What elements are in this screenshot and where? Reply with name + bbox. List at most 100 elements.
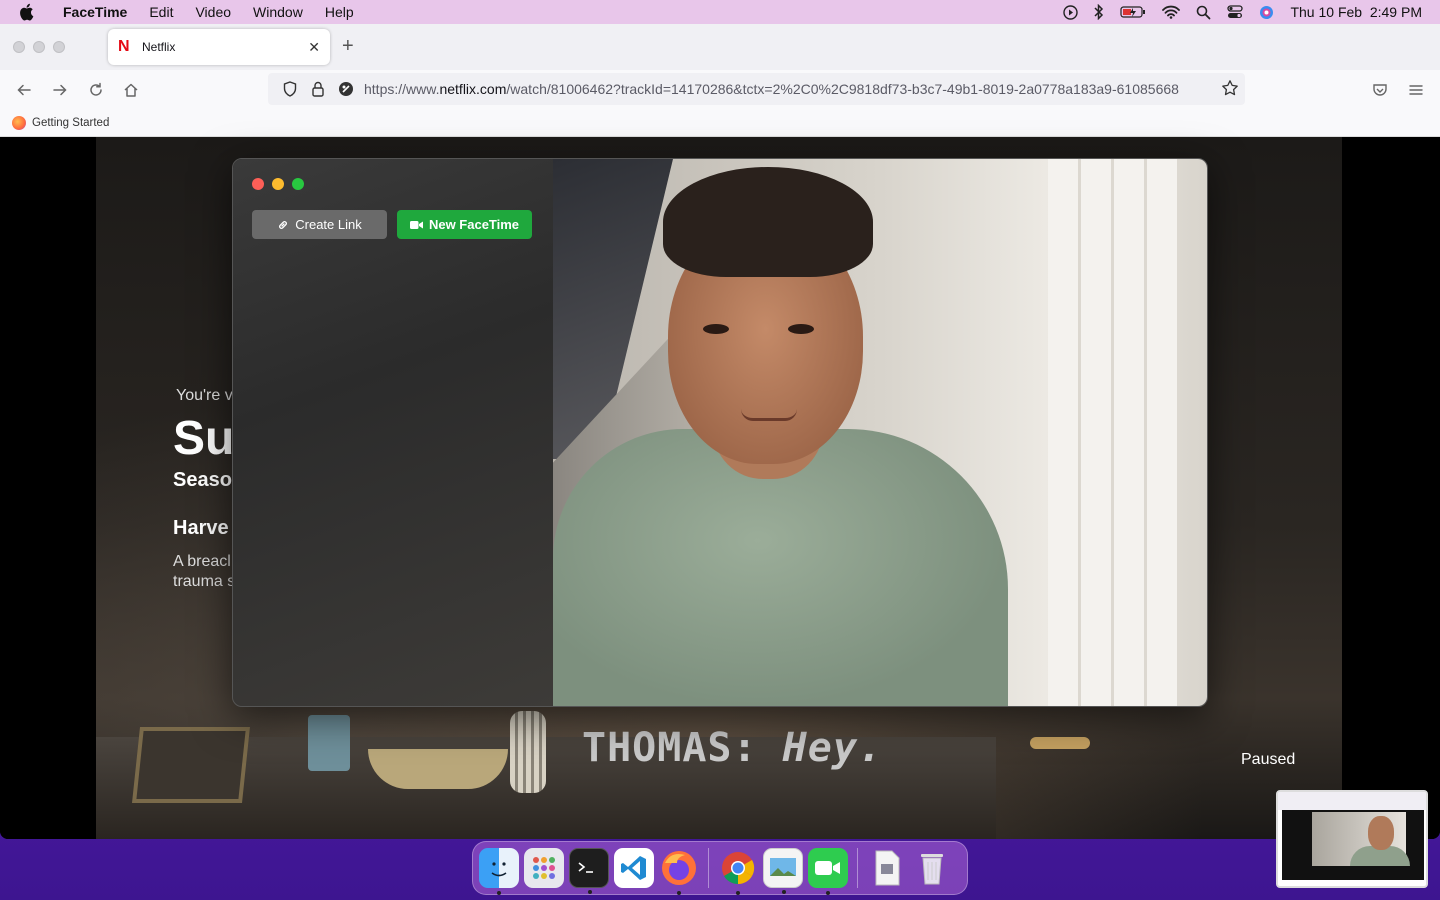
menu-edit[interactable]: Edit xyxy=(138,4,184,20)
camera-background-wall xyxy=(1048,159,1178,706)
lock-icon[interactable] xyxy=(304,81,332,97)
season-label: Seaso xyxy=(173,469,232,491)
thumbnail-camera xyxy=(1312,812,1410,866)
facetime-icon[interactable] xyxy=(808,848,848,895)
tracking-protection-shield-icon[interactable] xyxy=(276,81,304,97)
menu-video[interactable]: Video xyxy=(184,4,242,20)
siri-icon[interactable] xyxy=(1259,5,1274,20)
episode-title: Harve xyxy=(173,517,229,539)
bluetooth-icon[interactable] xyxy=(1094,4,1104,20)
facetime-zoom-button[interactable] xyxy=(292,178,304,190)
url-prefix: https://www. xyxy=(364,81,440,97)
apple-menu-icon[interactable] xyxy=(0,3,52,21)
terminal-icon[interactable] xyxy=(569,848,609,894)
zoom-window-button[interactable] xyxy=(53,41,65,53)
document-icon[interactable] xyxy=(867,848,907,888)
new-facetime-button[interactable]: New FaceTime xyxy=(397,210,532,239)
facetime-close-button[interactable] xyxy=(252,178,264,190)
scene-picture-frame xyxy=(132,727,250,803)
menubar-datetime[interactable]: Thu 10 Feb 2:49 PM xyxy=(1290,4,1422,20)
hamburger-menu-icon xyxy=(1409,85,1423,95)
bookmarks-toolbar: Getting Started xyxy=(0,110,1440,137)
firefox-icon[interactable] xyxy=(659,848,699,895)
camera-preview xyxy=(553,159,1207,706)
episode-description-line1: A breacl xyxy=(173,553,231,570)
camera-person-eye-right xyxy=(788,324,814,334)
episode-description-line2: trauma s xyxy=(173,573,236,590)
bookmark-star-icon[interactable] xyxy=(1221,79,1239,102)
menu-window[interactable]: Window xyxy=(242,4,314,20)
tab-bar: N Netflix ✕ + xyxy=(0,24,1440,70)
firefox-favicon-icon xyxy=(12,116,26,130)
pocket-button[interactable] xyxy=(1370,80,1390,100)
running-indicator xyxy=(782,890,786,894)
scene-vase xyxy=(510,711,546,793)
pocket-icon xyxy=(1373,84,1387,96)
url-path: /watch/81006462?trackId=14170286&tctx=2%… xyxy=(506,81,1179,97)
tab-netflix[interactable]: N Netflix ✕ xyxy=(108,29,330,65)
running-indicator xyxy=(826,891,830,895)
create-link-label: Create Link xyxy=(295,217,362,232)
new-facetime-label: New FaceTime xyxy=(428,217,520,232)
subtitle-speaker: THOMAS: xyxy=(582,725,758,771)
camera-person-hair xyxy=(663,167,873,277)
spotlight-search-icon[interactable] xyxy=(1196,5,1211,20)
reload-icon xyxy=(90,82,102,96)
thumbnail-browser-chrome xyxy=(1278,792,1426,810)
paused-status: Paused xyxy=(1241,751,1296,768)
back-button[interactable] xyxy=(14,80,34,100)
close-window-button[interactable] xyxy=(13,41,25,53)
tab-close-icon[interactable]: ✕ xyxy=(308,39,320,56)
chrome-icon[interactable] xyxy=(718,848,758,895)
window-controls xyxy=(0,41,106,53)
url-domain: netflix.com xyxy=(439,81,507,97)
menu-help[interactable]: Help xyxy=(314,4,365,20)
facetime-window-controls xyxy=(252,178,304,190)
menu-app-name[interactable]: FaceTime xyxy=(52,4,138,20)
dock-separator xyxy=(708,848,709,888)
thumbnail-person-face xyxy=(1368,816,1394,850)
finder-icon[interactable] xyxy=(479,848,519,895)
facetime-window: Create Link New FaceTime xyxy=(232,158,1208,707)
dock xyxy=(472,841,968,895)
home-button[interactable] xyxy=(121,80,141,100)
scene-bowl xyxy=(368,749,508,789)
create-link-button[interactable]: Create Link xyxy=(252,210,387,239)
launchpad-icon[interactable] xyxy=(524,848,564,888)
camera-person-eye-left xyxy=(703,324,729,334)
link-icon xyxy=(279,220,288,229)
wifi-icon[interactable] xyxy=(1162,5,1181,19)
permissions-icon[interactable] xyxy=(332,81,360,97)
bookmark-getting-started[interactable]: Getting Started xyxy=(32,117,109,129)
minimize-window-button[interactable] xyxy=(33,41,45,53)
show-title: Su xyxy=(173,412,235,465)
running-indicator xyxy=(736,891,740,895)
url-bar[interactable]: https://www.netflix.com/watch/81006462?t… xyxy=(268,73,1245,105)
menu-bar: FaceTime Edit Video Window Help Thu 10 F… xyxy=(0,0,1440,24)
subtitle-speech: Hey. xyxy=(782,725,883,771)
vscode-icon[interactable] xyxy=(614,848,654,888)
preview-icon[interactable] xyxy=(763,848,803,894)
trash-icon[interactable] xyxy=(912,848,952,888)
reload-button[interactable] xyxy=(86,80,106,100)
running-indicator xyxy=(497,891,501,895)
arrow-right-icon xyxy=(53,84,67,96)
scene-mug xyxy=(308,715,350,771)
thumbnail-content xyxy=(1282,810,1424,880)
home-icon xyxy=(124,83,138,97)
url-text: https://www.netflix.com/watch/81006462?t… xyxy=(360,81,1215,97)
scene-lamp xyxy=(1030,737,1090,749)
forward-button[interactable] xyxy=(50,80,70,100)
navigation-bar: https://www.netflix.com/watch/81006462?t… xyxy=(0,70,1440,110)
facetime-minimize-button[interactable] xyxy=(272,178,284,190)
play-status-icon[interactable] xyxy=(1063,4,1079,20)
control-center-icon[interactable] xyxy=(1227,5,1244,19)
tab-title: Netflix xyxy=(142,40,176,54)
app-menu-button[interactable] xyxy=(1406,80,1426,100)
new-tab-button[interactable]: + xyxy=(342,35,354,58)
camera-person-mouth xyxy=(741,409,797,421)
screenshot-thumbnail[interactable] xyxy=(1276,790,1428,888)
video-camera-icon xyxy=(409,220,423,229)
battery-icon[interactable] xyxy=(1120,5,1146,19)
subtitle-caption: THOMAS: Hey. xyxy=(582,725,883,771)
